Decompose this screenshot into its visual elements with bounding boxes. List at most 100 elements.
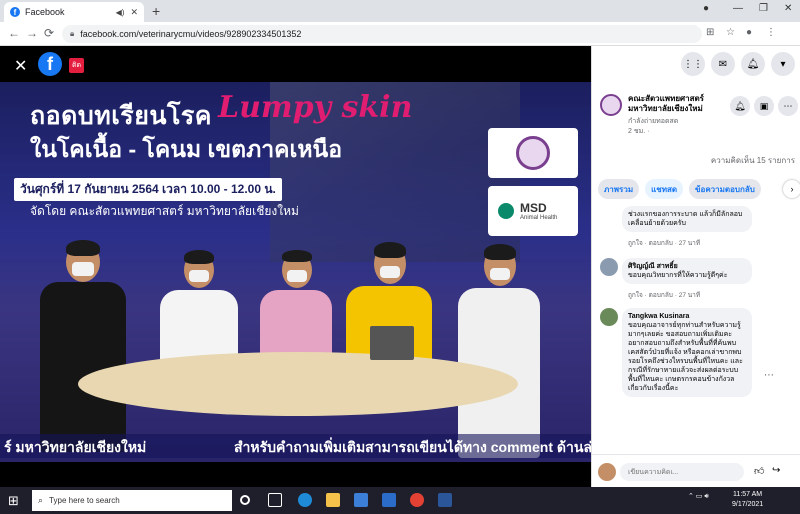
laptop bbox=[370, 326, 414, 360]
task-view-icon[interactable] bbox=[268, 493, 282, 507]
avatar[interactable] bbox=[600, 258, 618, 276]
new-tab-button[interactable]: + bbox=[152, 3, 160, 19]
comment-text: ขอบคุณวิทยากรที่ให้ความรู้ดีๆค่ะ bbox=[628, 272, 728, 279]
comment-composer: 👍︎ ↪ bbox=[592, 454, 800, 487]
word-icon[interactable] bbox=[438, 493, 452, 507]
address-toolbar: ← → ⟳ 🔒︎ facebook.com/veterinarycmu/vide… bbox=[0, 22, 800, 46]
comment-meta[interactable]: ถูกใจ · ตอบกลับ · 27 นาที bbox=[628, 290, 700, 300]
account-chevron-icon[interactable]: ▾ bbox=[771, 52, 795, 76]
comment-list: ช่วงแรกของการระบาด แล้วก็มีลักลอบเคลื่อน… bbox=[592, 206, 800, 456]
edge-icon[interactable] bbox=[298, 493, 312, 507]
cortana-icon[interactable] bbox=[240, 495, 250, 505]
event-date: วันศุกร์ที่ 17 กันยายน 2564 เวลา 10.00 -… bbox=[14, 178, 282, 201]
taskbar-search[interactable]: ⌕ Type here to search bbox=[32, 490, 232, 511]
avatar[interactable]: ● bbox=[746, 27, 752, 38]
url-bar[interactable]: 🔒︎ facebook.com/veterinarycmu/videos/928… bbox=[62, 25, 702, 43]
post-time: 2 ชม. · bbox=[628, 128, 650, 135]
windows-start-icon[interactable]: ⊞ bbox=[8, 493, 19, 509]
restore-icon[interactable]: ❐ bbox=[759, 3, 768, 14]
page-avatar[interactable] bbox=[600, 94, 622, 116]
minimize-icon[interactable]: — bbox=[733, 3, 743, 14]
sponsor-name: MSD bbox=[520, 201, 547, 215]
ticker-right-text: สำหรับคำถามเพิ่มเติมสามารถเขียนได้ทาง co… bbox=[234, 439, 591, 455]
chrome-icon[interactable] bbox=[410, 493, 424, 507]
live-badge: ติด bbox=[69, 58, 85, 73]
tab-title: Facebook bbox=[25, 7, 65, 17]
video-frame[interactable]: ถอดบทเรียนโรค Lumpy skin ในโคเนื้อ - โคน… bbox=[0, 82, 591, 462]
university-logo bbox=[488, 128, 578, 178]
video-title-line2: ในโคเนื้อ - โคนม เขตภาคเหนือ bbox=[30, 136, 343, 162]
browser-tab-bar: f Facebook ◀) ✕ + ● — ❐ ✕ bbox=[0, 0, 800, 22]
event-organizer: จัดโดย คณะสัตวแพทยศาสตร์ มหาวิทยาลัยเชีย… bbox=[30, 204, 299, 218]
facebook-favicon-icon: f bbox=[10, 7, 20, 17]
facebook-logo-icon[interactable]: f bbox=[38, 52, 62, 76]
sponsor-logo: MSD Animal Health bbox=[488, 186, 578, 236]
page-header: คณะสัตวแพทยศาสตร์ มหาวิทยาลัยเชียงใหม่ ก… bbox=[592, 84, 800, 154]
notifications-bell-icon[interactable]: 🔔︎ bbox=[741, 52, 765, 76]
search-placeholder: Type here to search bbox=[49, 496, 120, 505]
comment-input[interactable] bbox=[620, 463, 744, 481]
player-top-bar: ✕ f ติด bbox=[0, 46, 591, 82]
clock-date: 9/17/2021 bbox=[732, 501, 764, 508]
share-icon[interactable]: ↪ bbox=[772, 465, 780, 476]
comment-count[interactable]: ความคิดเห็น 15 รายการ bbox=[592, 154, 795, 167]
bookmark-star-icon[interactable]: ☆ bbox=[726, 27, 735, 38]
avatar[interactable] bbox=[598, 463, 616, 481]
ticker-bar: ร์ มหาวิทยาลัยเชียงใหม่ สำหรับคำถามเพิ่ม… bbox=[0, 434, 591, 458]
close-tab-icon[interactable]: ✕ bbox=[130, 7, 138, 18]
video-title-line1: ถอดบทเรียนโรค bbox=[30, 102, 213, 130]
more-options-icon[interactable]: ⋯ bbox=[778, 96, 798, 116]
system-tray[interactable]: ⌃ ▭ 🔊︎ bbox=[688, 492, 709, 501]
comments-sidebar: ⋮⋮ ✉ 🔔︎ ▾ คณะสัตวแพทยศาสตร์ มหาวิทยาลัยเ… bbox=[591, 46, 800, 487]
comment-text: ช่วงแรกของการระบาด แล้วก็มีลักลอบเคลื่อน… bbox=[628, 211, 743, 227]
menu-dots-icon[interactable]: ⋮ bbox=[766, 27, 776, 38]
comment-author[interactable]: Tangkwa Kusinara bbox=[628, 312, 746, 321]
like-icon[interactable]: 👍︎ bbox=[754, 465, 764, 477]
comment-text: ขอบคุณอาจารย์ทุกท่านสำหรับความรู้มากๆเลย… bbox=[628, 322, 743, 392]
round-table bbox=[78, 352, 518, 416]
save-icon[interactable]: ▣ bbox=[754, 96, 774, 116]
screen: f Facebook ◀) ✕ + ● — ❐ ✕ ← → ⟳ 🔒︎ faceb… bbox=[0, 0, 800, 514]
tab-live-chat[interactable]: แชทสด bbox=[645, 179, 684, 199]
seal-icon bbox=[516, 136, 550, 170]
tab-replies[interactable]: ข้อความตอบกลับ bbox=[689, 179, 761, 199]
store-icon[interactable] bbox=[354, 493, 368, 507]
comment-author[interactable]: ศิริญญ์ณี สาทธิ์ย bbox=[628, 262, 746, 271]
avatar[interactable] bbox=[600, 308, 618, 326]
comment-meta[interactable]: ถูกใจ · ตอบกลับ · 27 นาที bbox=[628, 238, 700, 248]
back-icon[interactable]: ← bbox=[8, 26, 20, 40]
forward-icon[interactable]: → bbox=[26, 26, 38, 40]
menu-grid-icon[interactable]: ⋮⋮ bbox=[681, 52, 705, 76]
profile-icon[interactable]: ● bbox=[703, 3, 709, 14]
browser-tab[interactable]: f Facebook ◀) ✕ bbox=[4, 2, 144, 22]
speaker-icon[interactable]: ◀) bbox=[116, 8, 125, 17]
video-title-script: Lumpy skin bbox=[218, 90, 413, 125]
tab-overview[interactable]: ภาพรวม bbox=[598, 179, 640, 199]
close-window-icon[interactable]: ✕ bbox=[784, 3, 792, 14]
url-text: facebook.com/veterinarycmu/videos/928902… bbox=[80, 29, 302, 39]
sponsor-subtitle: Animal Health bbox=[520, 215, 558, 221]
messenger-icon[interactable]: ✉ bbox=[711, 52, 735, 76]
page-actions: 🔔︎ ▣ ⋯ bbox=[730, 96, 798, 116]
clock-time: 11:57 AM bbox=[733, 491, 763, 498]
comment-bubble: ช่วงแรกของการระบาด แล้วก็มีลักลอบเคลื่อน… bbox=[622, 206, 752, 232]
comment-bubble: Tangkwa Kusinara ขอบคุณอาจารย์ทุกท่านสำห… bbox=[622, 308, 752, 397]
reload-icon[interactable]: ⟳ bbox=[44, 26, 54, 40]
follow-bell-icon[interactable]: 🔔︎ bbox=[730, 96, 750, 116]
lock-icon[interactable]: 🔒︎ bbox=[70, 29, 74, 39]
video-player[interactable]: ✕ f ติด ถอดบทเรียนโรค Lumpy skin ในโคเนื… bbox=[0, 46, 591, 487]
more-options-icon[interactable]: ⋯ bbox=[764, 370, 774, 381]
close-video-icon[interactable]: ✕ bbox=[14, 56, 27, 76]
windows-taskbar: ⊞ ⌕ Type here to search ⌃ ▭ 🔊︎ 11:57 AM … bbox=[0, 487, 800, 514]
search-icon: ⌕ bbox=[38, 495, 44, 505]
sidebar-top-bar: ⋮⋮ ✉ 🔔︎ ▾ bbox=[592, 46, 800, 82]
file-explorer-icon[interactable] bbox=[326, 493, 340, 507]
chevron-right-icon[interactable]: › bbox=[783, 180, 800, 198]
sidebar-tabs: ภาพรวม แชทสด ข้อความตอบกลับ bbox=[592, 176, 800, 202]
translate-icon[interactable]: ⊞ bbox=[706, 27, 714, 38]
mail-icon[interactable] bbox=[382, 493, 396, 507]
taskbar-clock[interactable]: 11:57 AM 9/17/2021 bbox=[732, 490, 763, 510]
ticker-left-text: ร์ มหาวิทยาลัยเชียงใหม่ bbox=[4, 439, 147, 455]
page-name[interactable]: คณะสัตวแพทยศาสตร์ มหาวิทยาลัยเชียงใหม่ bbox=[628, 94, 738, 114]
comment-bubble: ศิริญญ์ณี สาทธิ์ย ขอบคุณวิทยากรที่ให้ควา… bbox=[622, 258, 752, 284]
